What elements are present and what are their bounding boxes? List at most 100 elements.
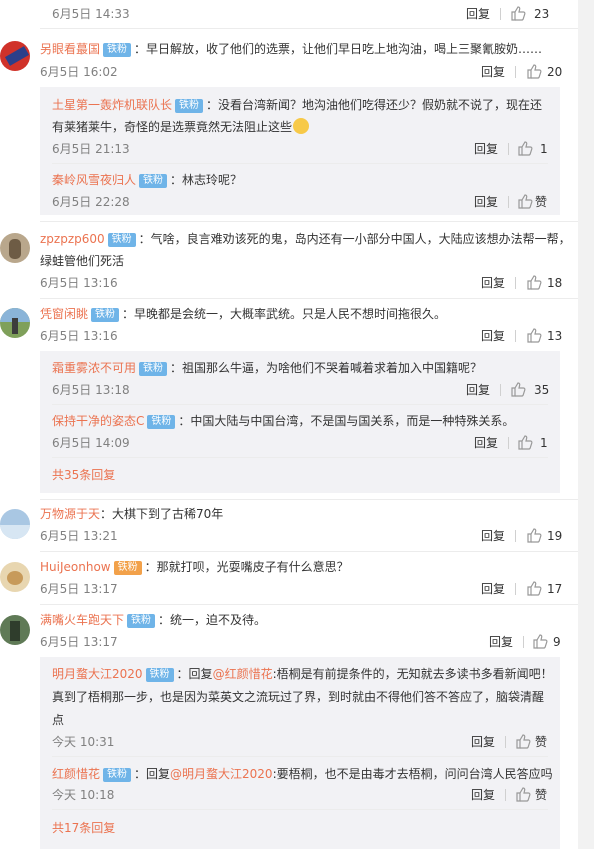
reply-button[interactable]: 回复 — [466, 382, 490, 398]
username[interactable]: 红颜惜花 — [52, 767, 100, 781]
divider — [40, 28, 578, 29]
divider — [505, 789, 506, 801]
divider — [515, 66, 516, 78]
reply-text: ：林志玲呢？ — [170, 173, 243, 187]
divider — [508, 437, 509, 449]
scrollbar-track[interactable] — [578, 0, 594, 849]
divider — [515, 277, 516, 289]
avatar[interactable] — [0, 562, 30, 592]
like-icon[interactable] — [526, 274, 542, 290]
comment-text: ：大棋下到了古稀70年 — [100, 507, 224, 521]
like-icon[interactable] — [515, 786, 531, 802]
like-icon[interactable] — [515, 733, 531, 749]
like-icon[interactable] — [526, 580, 542, 596]
divider — [52, 404, 548, 405]
reply-button[interactable]: 回复 — [481, 64, 505, 80]
divider — [40, 499, 578, 500]
reply-button[interactable]: 回复 — [481, 581, 505, 597]
like-icon[interactable] — [526, 327, 542, 343]
comment-text: ：早日解放，收了他们的选票，让他们早日吃上地沟油，喝上三聚氰胺奶…… — [134, 42, 543, 56]
fan-badge: 铁粉 — [113, 561, 142, 575]
like-count: 19 — [547, 529, 563, 543]
username[interactable]: HuiJeonhow — [40, 560, 111, 574]
comment-text: ：气啥，良言难劝该死的鬼，岛内还有一小部分中国人，大陆应该想办法帮一帮， — [138, 232, 571, 246]
reply-button[interactable]: 回复 — [489, 634, 513, 650]
divider — [40, 551, 578, 552]
reply-text: 真到了梧桐那一步，也是因为菜英文之流玩过了界，到时就由不得他们答不答应了，脑袋清… — [52, 690, 545, 704]
fan-badge: 铁粉 — [139, 362, 168, 376]
reply-prefix: ：回复 — [134, 767, 171, 781]
divider — [52, 809, 548, 810]
more-replies-link[interactable]: 共35条回复 — [52, 467, 115, 483]
reply-button[interactable]: 回复 — [466, 6, 490, 22]
reply-text: 有莱猪莱牛，奇怪的是选票竟然无法阻止这些 — [52, 120, 293, 134]
divider — [52, 756, 548, 757]
like-count: 23 — [534, 7, 550, 21]
comment-text: ：统一，迫不及待。 — [158, 613, 267, 627]
reply-button[interactable]: 回复 — [481, 528, 505, 544]
like-count: 18 — [547, 276, 563, 290]
avatar[interactable] — [0, 615, 30, 645]
more-replies-link[interactable]: 共17条回复 — [52, 820, 115, 836]
like-icon[interactable] — [510, 5, 526, 21]
username[interactable]: 凭窗闲眺 — [40, 307, 88, 321]
username[interactable]: zpzpzp600 — [40, 232, 105, 246]
fan-badge: 铁粉 — [107, 233, 136, 247]
username[interactable]: 万物源于天 — [40, 507, 100, 521]
divider — [515, 330, 516, 342]
comment-time: 6月5日 13:17 — [40, 635, 118, 649]
like-count: 35 — [534, 383, 550, 397]
avatar[interactable] — [0, 41, 30, 71]
mention-link[interactable]: @明月蝥大江2020 — [170, 767, 273, 781]
reply-text: ：没看台湾新闻？地沟油他们吃得还少？假奶就不说了，现在还 — [206, 98, 543, 112]
reply-time: 今天 10:31 — [52, 735, 115, 749]
like-label: 赞 — [535, 195, 548, 209]
comment-time: 6月5日 13:16 — [40, 276, 118, 290]
like-count: 17 — [547, 582, 563, 596]
reply-button[interactable]: 回复 — [471, 787, 495, 803]
reply-time: 6月5日 21:13 — [52, 142, 130, 156]
fan-badge: 铁粉 — [103, 43, 132, 57]
reply-text: :要梧桐，也不是由毒才去梧桐，问问台湾人民答应吗 — [272, 767, 553, 781]
reply-button[interactable]: 回复 — [481, 328, 505, 344]
reply-button[interactable]: 回复 — [474, 435, 498, 451]
username[interactable]: 秦岭风雪夜归人 — [52, 173, 136, 187]
like-label: 赞 — [535, 788, 548, 802]
comment-time: 6月5日 13:16 — [40, 329, 118, 343]
like-icon[interactable] — [532, 633, 548, 649]
comment-text: 绿蛙管他们死活 — [40, 254, 125, 268]
like-icon[interactable] — [510, 381, 526, 397]
fan-badge: 铁粉 — [91, 308, 120, 322]
like-icon[interactable] — [526, 63, 542, 79]
reply-text: ：中国大陆与中国台湾，不是国与国关系，而是一种特殊关系。 — [178, 414, 515, 428]
reply-button[interactable]: 回复 — [471, 734, 495, 750]
reply-list — [40, 657, 560, 849]
username[interactable]: 明月蝥大江2020 — [52, 667, 143, 681]
like-icon[interactable] — [526, 527, 542, 543]
reply-button[interactable]: 回复 — [474, 194, 498, 210]
divider — [515, 530, 516, 542]
mention-link[interactable]: @红颜惜花 — [213, 667, 273, 681]
username[interactable]: 满嘴火车跑天下 — [40, 613, 124, 627]
like-count: 9 — [553, 635, 561, 649]
username[interactable]: 另眼看蕞国 — [40, 42, 100, 56]
username[interactable]: 霜重雾浓不可用 — [52, 361, 136, 375]
divider — [523, 636, 524, 648]
avatar[interactable] — [0, 233, 30, 263]
username[interactable]: 保持干净的姿态C — [52, 414, 144, 428]
fan-badge: 铁粉 — [145, 668, 174, 682]
reply-button[interactable]: 回复 — [481, 275, 505, 291]
avatar[interactable] — [0, 509, 30, 539]
divider — [40, 221, 578, 222]
like-count: 20 — [547, 65, 563, 79]
divider — [505, 736, 506, 748]
like-icon[interactable] — [517, 434, 533, 450]
comment-time: 6月5日 14:33 — [52, 7, 130, 21]
avatar[interactable] — [0, 308, 30, 338]
like-icon[interactable] — [517, 140, 533, 156]
like-icon[interactable] — [517, 193, 533, 209]
divider — [500, 8, 501, 20]
divider — [40, 604, 578, 605]
username[interactable]: 土星第一轰炸机联队长 — [52, 98, 172, 112]
reply-button[interactable]: 回复 — [474, 141, 498, 157]
